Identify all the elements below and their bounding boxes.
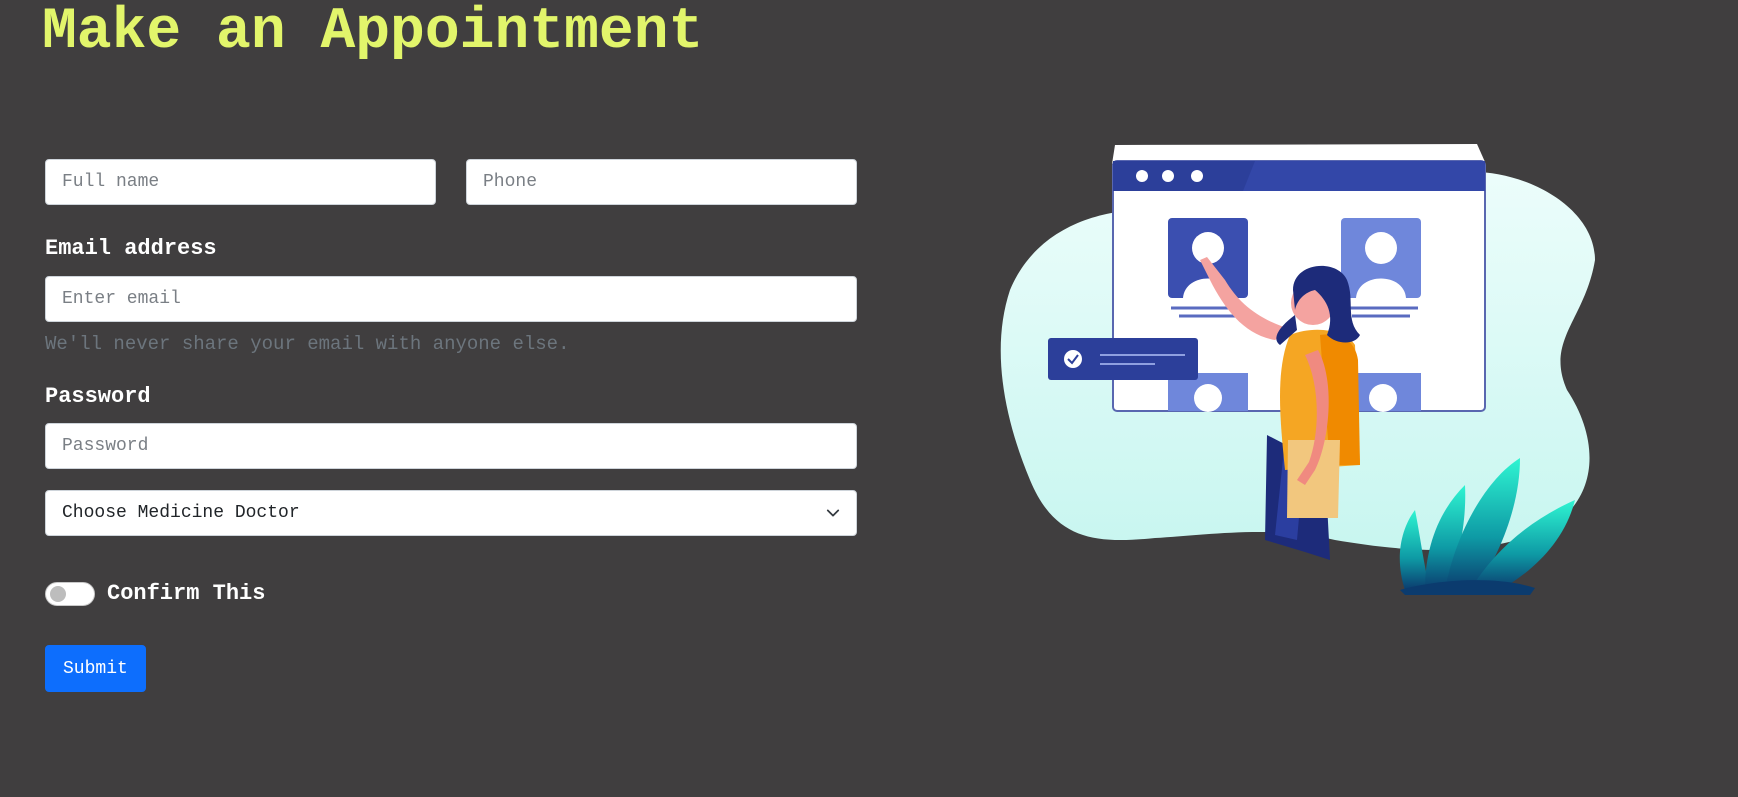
email-label: Email address (45, 236, 217, 261)
email-help-text: We'll never share your email with anyone… (45, 333, 570, 355)
password-input[interactable] (45, 423, 857, 469)
chevron-down-icon (826, 506, 840, 520)
toggle-knob (50, 586, 66, 602)
password-wrap (45, 423, 857, 469)
phone-input[interactable] (466, 159, 857, 205)
phone-wrap (466, 159, 857, 205)
email-input[interactable] (45, 276, 857, 322)
video-call-illustration (975, 140, 1615, 600)
confirm-toggle[interactable] (45, 582, 95, 606)
doctor-select[interactable]: Choose Medicine Doctor (45, 490, 857, 536)
name-phone-row (45, 159, 857, 205)
page-title: Make an Appointment (42, 0, 704, 65)
appointment-form: Email address We'll never share your ema… (45, 159, 857, 692)
doctor-select-value: Choose Medicine Doctor (62, 503, 300, 523)
full-name-wrap (45, 159, 436, 205)
submit-button[interactable]: Submit (45, 645, 146, 692)
confirm-label: Confirm This (107, 581, 266, 606)
doctor-select-wrap: Choose Medicine Doctor (45, 490, 857, 536)
confirm-row: Confirm This (45, 579, 857, 609)
full-name-input[interactable] (45, 159, 436, 205)
password-label: Password (45, 384, 151, 409)
notification-card (1048, 338, 1198, 380)
email-wrap (45, 276, 857, 322)
